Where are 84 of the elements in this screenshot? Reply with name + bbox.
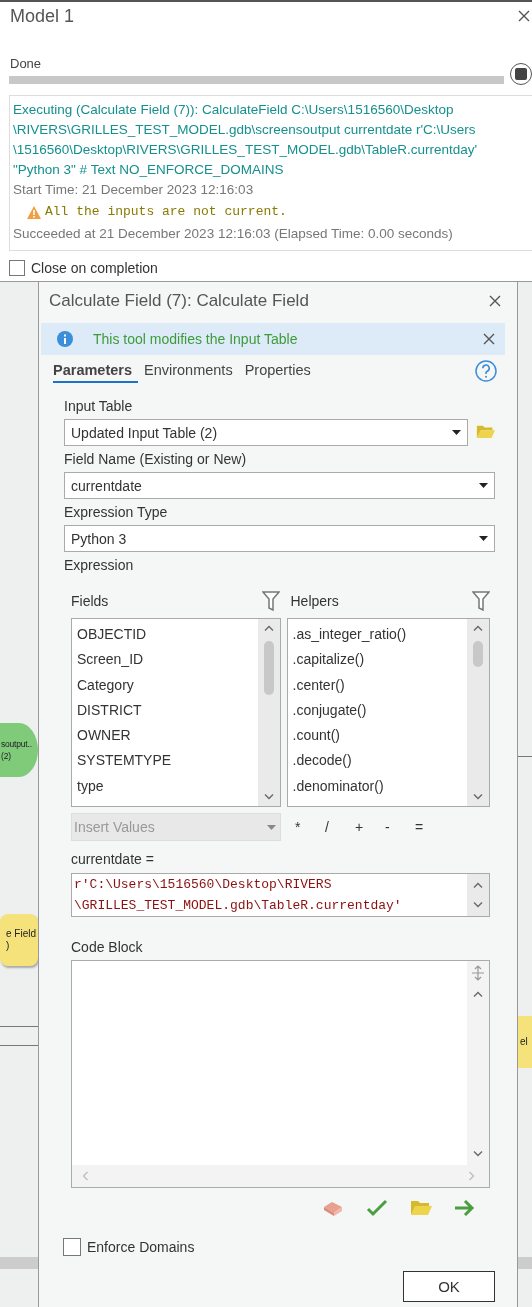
scroll-down-icon (473, 902, 483, 908)
helper-item[interactable]: .as_integer_ratio() (287, 622, 467, 648)
operator-button[interactable]: * (295, 819, 325, 835)
expression-label: currentdate = (71, 851, 155, 869)
filter-icon[interactable] (472, 591, 490, 611)
helper-item[interactable]: .denominator() (287, 773, 467, 800)
checkbox[interactable] (9, 260, 25, 276)
helper-item[interactable]: .capitalize() (287, 647, 467, 673)
checkbox-label: Close on completion (31, 260, 158, 276)
dialog-title: Calculate Field (7): Calculate Field (49, 291, 309, 311)
dropdown-caret-icon (267, 824, 276, 830)
data-node[interactable]: soutput.. (2) (0, 723, 38, 777)
scroll-down-icon (263, 794, 274, 800)
helper-item[interactable]: .center() (287, 672, 467, 698)
tab[interactable]: Properties (244, 359, 317, 383)
open-folder-button[interactable] (410, 1198, 432, 1218)
helper-item[interactable]: .conjugate() (287, 697, 467, 724)
scroll-down-icon (473, 794, 483, 800)
scroll-down-icon (473, 1151, 483, 1157)
list-header: Fields (71, 593, 109, 609)
close-icon[interactable] (518, 10, 530, 22)
dropdown-caret-icon (452, 430, 461, 435)
stop-button[interactable] (510, 63, 532, 85)
dropdown[interactable]: Python 3 (64, 525, 495, 552)
scroll-up-icon (473, 991, 483, 997)
dropdown-caret-icon (479, 536, 488, 541)
banner-text: This tool modifies the Input Table (93, 331, 299, 347)
tool-node[interactable]: e Field ) (0, 914, 38, 966)
field-item[interactable]: type (72, 773, 258, 800)
scroll-right-icon (469, 1171, 475, 1181)
resize-icon (471, 965, 485, 981)
message-text: Executing (Calculate Field (7)): CalculateField C:\Users\1516560\Desktop \RIVERS\GRILLES_TEST_MODEL.gdb\screensoutput currentdate r'C:\Users \1516560\Desktop\RIVERS\GRILLES_TEST_MODEL.gdb\TableR.currentday' "Python 3" # Text NO_ENFORCE_DOMAINS (13, 101, 479, 179)
scrollbar[interactable] (467, 619, 489, 806)
status-text: Done (9, 55, 43, 71)
help-icon[interactable] (475, 360, 497, 382)
field-item[interactable]: Category (72, 672, 258, 698)
checkbox-label: Enforce Domains (87, 1239, 195, 1255)
message-text: Start Time: 21 December 2023 12:16:03 (13, 181, 255, 199)
field-label: Code Block (71, 939, 144, 957)
operator-button[interactable]: - (385, 819, 415, 835)
dropdown-caret-icon (479, 483, 488, 488)
scroll-up-icon (473, 625, 483, 631)
field-item[interactable]: Screen_ID (72, 647, 258, 673)
list-header: Helpers (290, 593, 339, 609)
tab[interactable]: Environments (144, 359, 239, 383)
ok-button[interactable]: OK (403, 1271, 495, 1302)
scroll-up-icon (473, 882, 483, 888)
warning-text: All the inputs are not current. (45, 203, 287, 221)
filter-icon[interactable] (262, 591, 281, 611)
warning-icon (27, 205, 41, 219)
scrollbar-thumb[interactable] (473, 640, 483, 667)
arrow-button[interactable] (454, 1198, 476, 1218)
expression-field[interactable]: r'C:\Users\1516560\Desktop\RIVERS \GRILLES_TEST_MODEL.gdb\TableR.currentday' (71, 873, 490, 917)
info-icon (57, 331, 73, 347)
window-title: Model 1 (9, 5, 75, 27)
check-button[interactable] (366, 1198, 388, 1218)
dropdown[interactable]: Updated Input Table (2) (64, 419, 468, 446)
field-label: Expression Type (64, 504, 169, 522)
operator-button[interactable]: = (415, 819, 445, 835)
operator-button[interactable]: + (355, 819, 385, 835)
checkbox[interactable] (63, 1238, 81, 1256)
scroll-left-icon (82, 1171, 88, 1181)
code-block-field[interactable] (71, 960, 490, 1188)
message-text: Succeeded at 21 December 2023 12:16:03 (Elapsed Time: 0.00 seconds) (13, 225, 454, 243)
field-item[interactable]: SYSTEMTYPE (72, 748, 258, 774)
scrollbar[interactable] (518, 1257, 532, 1269)
operator-button[interactable]: / (325, 819, 355, 835)
helper-item[interactable]: .decode() (287, 748, 467, 774)
scrollbar[interactable] (0, 1257, 38, 1269)
field-label: Field Name (Existing or New) (64, 451, 248, 469)
helper-item[interactable]: .count() (287, 723, 467, 749)
scrollbar-thumb[interactable] (263, 640, 274, 695)
field-item[interactable]: OBJECTID (72, 622, 258, 648)
close-icon[interactable] (483, 333, 495, 345)
scrollbar[interactable] (257, 619, 280, 806)
field-label: Input Table (64, 398, 134, 416)
field-label: Expression (64, 557, 135, 575)
field-item[interactable]: DISTRICT (72, 697, 258, 724)
tab[interactable]: Parameters (53, 359, 138, 383)
scroll-up-icon (263, 625, 274, 631)
scrollbar[interactable] (467, 874, 489, 916)
field-item[interactable]: OWNER (72, 723, 258, 749)
close-icon[interactable] (489, 295, 501, 307)
dropdown[interactable]: currentdate (64, 472, 495, 499)
